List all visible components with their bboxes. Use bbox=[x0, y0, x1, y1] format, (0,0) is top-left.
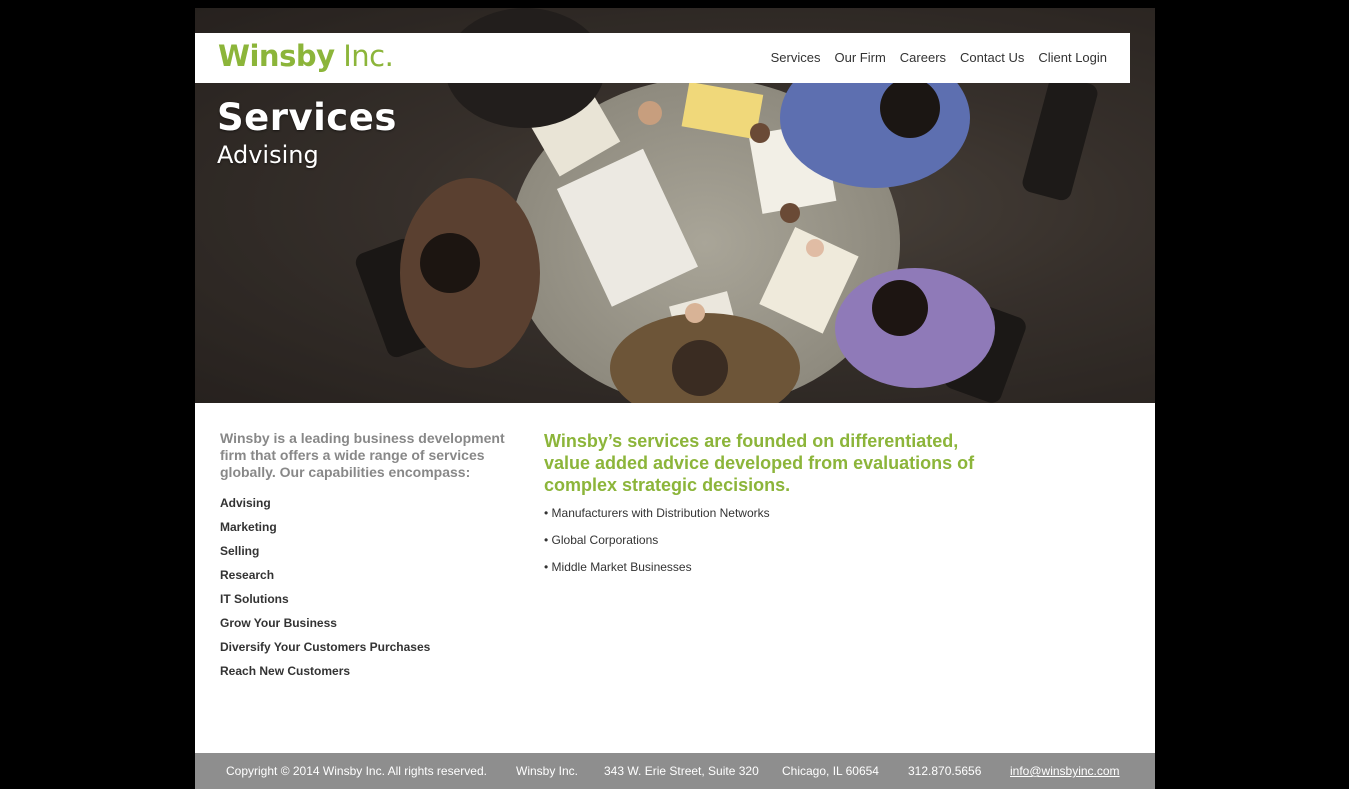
client-types-list: • Manufacturers with Distribution Networ… bbox=[544, 506, 770, 587]
logo-suffix: Inc. bbox=[343, 39, 394, 73]
main-nav: Services Our Firm Careers Contact Us Cli… bbox=[771, 50, 1107, 65]
nav-services[interactable]: Services bbox=[771, 50, 821, 65]
winsby-logo[interactable]: Winsby Inc. bbox=[218, 39, 394, 73]
footer-address: 343 W. Erie Street, Suite 320 bbox=[604, 764, 759, 778]
list-item: Research bbox=[220, 568, 430, 592]
capability-selling-link[interactable]: Selling bbox=[220, 544, 259, 558]
list-item: Selling bbox=[220, 544, 430, 568]
capability-grow-business-link[interactable]: Grow Your Business bbox=[220, 616, 337, 630]
capability-reach-customers-link[interactable]: Reach New Customers bbox=[220, 664, 350, 678]
hero-banner: Winsby Inc. Services Our Firm Careers Co… bbox=[195, 8, 1155, 403]
capabilities-list: Advising Marketing Selling Research IT S… bbox=[220, 496, 430, 688]
services-headline: Winsby’s services are founded on differe… bbox=[544, 431, 975, 495]
site-footer: Copyright © 2014 Winsby Inc. All rights … bbox=[195, 753, 1155, 789]
capability-it-solutions-link[interactable]: IT Solutions bbox=[220, 592, 289, 606]
logo-name: Winsby bbox=[218, 39, 335, 73]
list-item: • Manufacturers with Distribution Networ… bbox=[544, 506, 770, 520]
list-item: Grow Your Business bbox=[220, 616, 430, 640]
list-item: • Middle Market Businesses bbox=[544, 560, 692, 574]
capability-advising-link[interactable]: Advising bbox=[220, 496, 271, 510]
nav-careers[interactable]: Careers bbox=[900, 50, 946, 65]
list-item: Marketing bbox=[220, 520, 430, 544]
nav-client-login[interactable]: Client Login bbox=[1038, 50, 1107, 65]
list-item: Reach New Customers bbox=[220, 664, 430, 688]
footer-company: Winsby Inc. bbox=[516, 764, 579, 778]
intro-text: Winsby is a leading business development… bbox=[220, 430, 505, 480]
footer-email-link[interactable]: info@winsbyinc.com bbox=[1010, 764, 1120, 778]
nav-our-firm[interactable]: Our Firm bbox=[835, 50, 886, 65]
page-container: Winsby Inc. Services Our Firm Careers Co… bbox=[195, 8, 1155, 789]
list-item: IT Solutions bbox=[220, 592, 430, 616]
footer-copyright: Copyright © 2014 Winsby Inc. All rights … bbox=[226, 764, 487, 778]
list-item: Diversify Your Customers Purchases bbox=[220, 640, 430, 664]
page-subtitle: Advising bbox=[217, 141, 319, 169]
footer-city: Chicago, IL 60654 bbox=[782, 764, 879, 778]
capability-diversify-link[interactable]: Diversify Your Customers Purchases bbox=[220, 640, 430, 654]
page-title: Services bbox=[217, 96, 397, 139]
nav-contact-us[interactable]: Contact Us bbox=[960, 50, 1024, 65]
list-item: Advising bbox=[220, 496, 430, 520]
capability-research-link[interactable]: Research bbox=[220, 568, 274, 582]
footer-phone: 312.870.5656 bbox=[908, 764, 982, 778]
top-navigation-bar: Winsby Inc. Services Our Firm Careers Co… bbox=[195, 33, 1130, 83]
list-item: • Global Corporations bbox=[544, 533, 659, 547]
capability-marketing-link[interactable]: Marketing bbox=[220, 520, 277, 534]
